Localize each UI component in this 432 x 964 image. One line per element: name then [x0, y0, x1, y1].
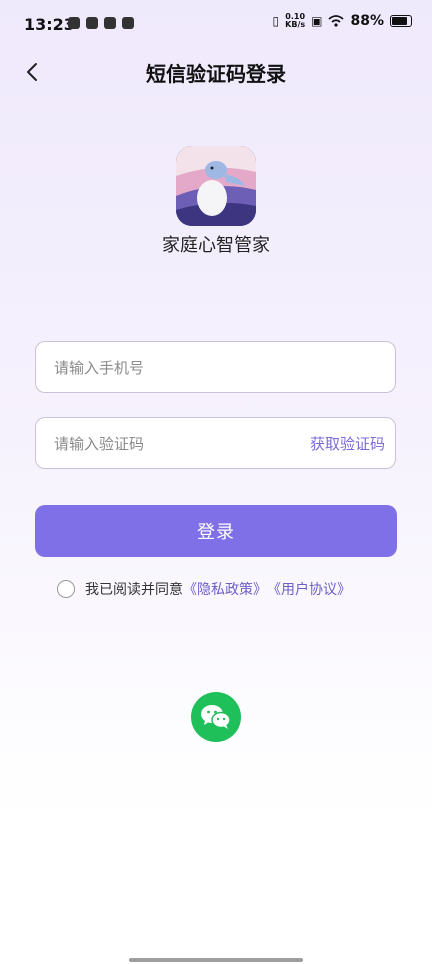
- phone-field-container: [35, 341, 396, 394]
- battery-icon: [390, 15, 412, 27]
- phone-input[interactable]: [52, 342, 296, 394]
- privacy-policy-link[interactable]: 《隐私政策》: [183, 579, 267, 599]
- app-name: 家庭心智管家: [162, 235, 270, 256]
- agreement: 我已阅读并同意 《隐私政策》 《用户协议》: [57, 579, 351, 599]
- notification-icon: [86, 17, 98, 29]
- agreement-text: 我已阅读并同意: [85, 582, 183, 598]
- vibrate-icon: ▯: [272, 14, 280, 28]
- home-indicator[interactable]: [129, 958, 303, 962]
- wechat-icon: [201, 705, 231, 729]
- page-title: 短信验证码登录: [146, 62, 286, 86]
- net-speed: 0.10 KB/s: [285, 12, 306, 29]
- get-code-button[interactable]: 获取验证码: [310, 433, 385, 454]
- sim-icon: ▣: [311, 14, 323, 28]
- wechat-login-button[interactable]: [191, 692, 241, 742]
- wifi-icon: [328, 15, 345, 27]
- app-logo: [176, 146, 256, 226]
- code-field-container: 获取验证码: [35, 417, 396, 470]
- status-bar: 13:23 ▯ 0.10 KB/s ▣ 88%: [0, 0, 432, 50]
- crown-icon: [122, 17, 134, 29]
- verification-code-input[interactable]: [52, 418, 296, 470]
- login-button[interactable]: 登录: [35, 505, 397, 557]
- wechat-notification-icon: [104, 17, 116, 29]
- status-right: ▯ 0.10 KB/s ▣ 88%: [273, 13, 412, 29]
- user-agreement-link[interactable]: 《用户协议》: [267, 579, 351, 599]
- agreement-checkbox[interactable]: [57, 580, 75, 598]
- notification-icons: [68, 17, 134, 29]
- dolphin-logo-icon: [176, 146, 256, 226]
- header: 短信验证码登录: [0, 50, 432, 94]
- notification-icon: [68, 17, 80, 29]
- battery-percent: 88%: [350, 13, 384, 29]
